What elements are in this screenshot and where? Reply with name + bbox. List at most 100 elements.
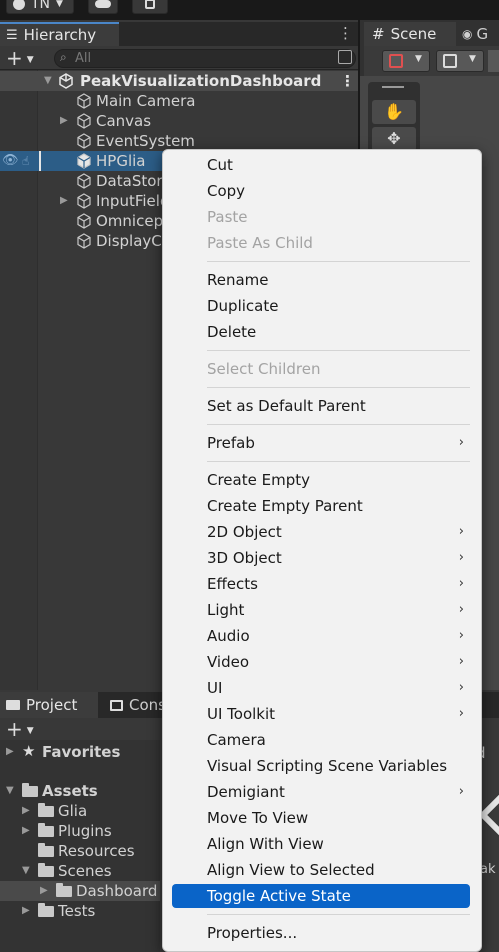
- project-folder-row[interactable]: ▶ Glia: [0, 801, 160, 821]
- expand-arrow-icon[interactable]: ▶: [60, 111, 68, 131]
- menu-item-rename[interactable]: Rename: [172, 268, 470, 292]
- menu-item-delete[interactable]: Delete: [172, 320, 470, 344]
- menu-item-duplicate[interactable]: Duplicate: [172, 294, 470, 318]
- pick-hand-icon[interactable]: ☝: [22, 151, 29, 171]
- menu-item-create-empty[interactable]: Create Empty: [172, 468, 470, 492]
- hand-tool-icon[interactable]: ✋: [372, 100, 416, 124]
- menu-item-label: Delete: [207, 323, 257, 341]
- tab-hierarchy[interactable]: ☰ Hierarchy: [0, 22, 119, 46]
- hierarchy-item-label: EventSystem: [96, 132, 195, 150]
- scene-name: PeakVisualizationDashboard: [80, 72, 322, 90]
- folder-icon: [38, 843, 54, 857]
- menu-item-3d-object[interactable]: 3D Object ›: [172, 546, 470, 570]
- add-object-button[interactable]: + ▼: [6, 46, 34, 70]
- project-folder-row[interactable]: Resources: [0, 841, 160, 861]
- expand-arrow-icon[interactable]: ▼: [6, 781, 14, 801]
- project-folder-row[interactable]: ▶ Tests: [0, 901, 160, 921]
- menu-item-demigiant[interactable]: Demigiant ›: [172, 780, 470, 804]
- project-folder-row[interactable]: ▼ Scenes: [0, 861, 160, 881]
- menu-item-camera[interactable]: Camera: [172, 728, 470, 752]
- cube-tool-icon: [443, 54, 457, 68]
- menu-item-ui[interactable]: UI ›: [172, 676, 470, 700]
- menu-item-toggle-active-state[interactable]: Toggle Active State: [172, 884, 470, 908]
- create-asset-button[interactable]: + ▼: [6, 717, 34, 741]
- project-folder-row[interactable]: ▶ Dashboard: [0, 881, 160, 901]
- chevron-right-icon: ›: [458, 550, 464, 565]
- project-folder-row[interactable]: ▶ Plugins: [0, 821, 160, 841]
- assets-row[interactable]: ▼ Assets: [0, 781, 160, 801]
- menu-item-set-as-default-parent[interactable]: Set as Default Parent: [172, 394, 470, 418]
- menu-item-visual-scripting-scene-variables[interactable]: Visual Scripting Scene Variables: [172, 754, 470, 778]
- move-tool-icon[interactable]: ✥: [372, 127, 416, 151]
- folder-icon: [38, 863, 54, 877]
- menu-item-copy[interactable]: Copy: [172, 179, 470, 203]
- menu-item-label: Demigiant: [207, 783, 285, 801]
- menu-item-align-with-view[interactable]: Align With View: [172, 832, 470, 856]
- gamepad-icon: ◉: [462, 27, 473, 41]
- menu-item-cut[interactable]: Cut: [172, 153, 470, 177]
- chevron-right-icon: ›: [458, 602, 464, 617]
- menu-item-create-empty-parent[interactable]: Create Empty Parent: [172, 494, 470, 518]
- hierarchy-item-label: HPGlia: [96, 152, 146, 170]
- menu-item-prefab[interactable]: Prefab ›: [172, 431, 470, 455]
- expand-arrow-icon[interactable]: ▼: [44, 71, 52, 91]
- hierarchy-item[interactable]: Main Camera: [0, 91, 358, 111]
- menu-item-move-to-view[interactable]: Move To View: [172, 806, 470, 830]
- list-icon: ☰: [6, 27, 18, 43]
- tab-game[interactable]: ◉ G: [462, 22, 499, 46]
- menu-separator: [207, 424, 470, 425]
- menu-item-video[interactable]: Video ›: [172, 650, 470, 674]
- tab-project[interactable]: Project: [0, 692, 98, 718]
- chevron-down-icon: ▼: [26, 725, 34, 736]
- tab-console-label: Cons: [129, 696, 166, 714]
- menu-item-align-view-to-selected[interactable]: Align View to Selected: [172, 858, 470, 882]
- menu-item-label: Video: [207, 653, 250, 671]
- scene-menu-icon[interactable]: ⋮: [340, 71, 355, 91]
- search-options-icon[interactable]: [338, 50, 352, 64]
- hierarchy-search-input[interactable]: ⌕ All: [54, 49, 356, 68]
- expand-arrow-icon[interactable]: ▶: [40, 881, 48, 901]
- hierarchy-item[interactable]: ▶ Canvas: [0, 111, 358, 131]
- expand-arrow-icon[interactable]: ▶: [60, 191, 68, 211]
- menu-item-label: UI: [207, 679, 223, 697]
- menu-item-label: Prefab: [207, 434, 255, 452]
- hierarchy-item-label: Canvas: [96, 112, 152, 130]
- chevron-down-icon: ▼: [415, 54, 422, 64]
- folder-label: Scenes: [58, 862, 112, 880]
- kebab-menu-icon[interactable]: ⋮: [338, 24, 353, 42]
- chevron-right-icon: ›: [458, 576, 464, 591]
- menu-item-effects[interactable]: Effects ›: [172, 572, 470, 596]
- visibility-eye-icon[interactable]: 👁: [2, 151, 19, 171]
- menu-item-audio[interactable]: Audio ›: [172, 624, 470, 648]
- gizmo-icon: [389, 54, 403, 68]
- favorites-label: Favorites: [42, 743, 121, 761]
- expand-arrow-icon[interactable]: ▶: [6, 742, 14, 762]
- selection-marker: [39, 151, 41, 171]
- draw-mode-dropdown[interactable]: ▼: [436, 50, 484, 72]
- scene-tool-overflow[interactable]: [488, 50, 499, 72]
- collab-icon: [145, 0, 155, 9]
- hierarchy-item[interactable]: EventSystem: [0, 131, 358, 151]
- cloud-button[interactable]: [88, 0, 118, 14]
- menu-item-properties[interactable]: Properties...: [172, 921, 470, 945]
- gizmo-dropdown[interactable]: ▼: [382, 50, 430, 72]
- tab-scene[interactable]: # Scene: [364, 22, 456, 46]
- scene-row[interactable]: ▼ PeakVisualizationDashboard ⋮: [0, 71, 358, 91]
- favorites-row[interactable]: ▶ ★ Favorites: [0, 742, 160, 762]
- hierarchy-item-label: Main Camera: [96, 92, 196, 110]
- expand-arrow-icon[interactable]: ▶: [22, 901, 30, 921]
- palette-handle[interactable]: [382, 86, 404, 88]
- menu-item-2d-object[interactable]: 2D Object ›: [172, 520, 470, 544]
- account-icon: [13, 0, 25, 10]
- expand-arrow-icon[interactable]: ▼: [22, 861, 30, 881]
- tab-console[interactable]: Cons: [110, 692, 170, 718]
- expand-arrow-icon[interactable]: ▶: [22, 801, 30, 821]
- menu-item-light[interactable]: Light ›: [172, 598, 470, 622]
- expand-arrow-icon[interactable]: ▶: [22, 821, 30, 841]
- gameobject-cube-icon: [76, 153, 92, 169]
- tab-hierarchy-label: Hierarchy: [23, 26, 97, 44]
- account-button[interactable]: TN ▼: [6, 0, 74, 14]
- chevron-right-icon: ›: [458, 435, 464, 450]
- menu-item-ui-toolkit[interactable]: UI Toolkit ›: [172, 702, 470, 726]
- collab-button[interactable]: [132, 0, 168, 14]
